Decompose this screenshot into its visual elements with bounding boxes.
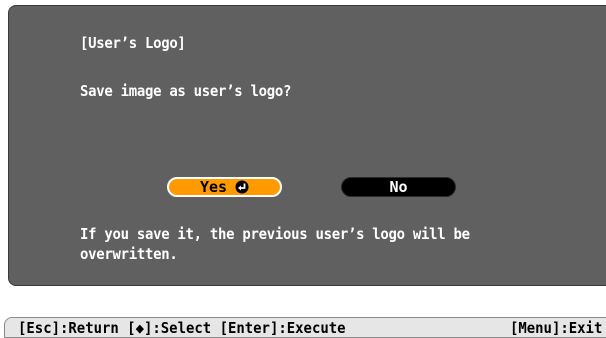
status-exit-text: [Menu]:Exit xyxy=(509,319,602,337)
no-button-label: No xyxy=(389,178,408,196)
dialog-question: Save image as user’s logo? xyxy=(80,82,292,100)
dialog-title: [User’s Logo] xyxy=(80,34,186,52)
status-help-text: [Esc]:Return [◆]:Select [Enter]:Execute xyxy=(18,319,346,337)
yes-button[interactable]: Yes xyxy=(167,177,282,197)
enter-icon xyxy=(235,180,249,194)
yes-button-label: Yes xyxy=(199,178,228,196)
no-button[interactable]: No xyxy=(341,177,456,197)
logo-save-dialog: [User’s Logo] Save image as user’s logo?… xyxy=(8,5,606,286)
status-bar: [Esc]:Return [◆]:Select [Enter]:Execute … xyxy=(4,317,606,338)
dialog-info-text: If you save it, the previous user’s logo… xyxy=(80,225,470,263)
